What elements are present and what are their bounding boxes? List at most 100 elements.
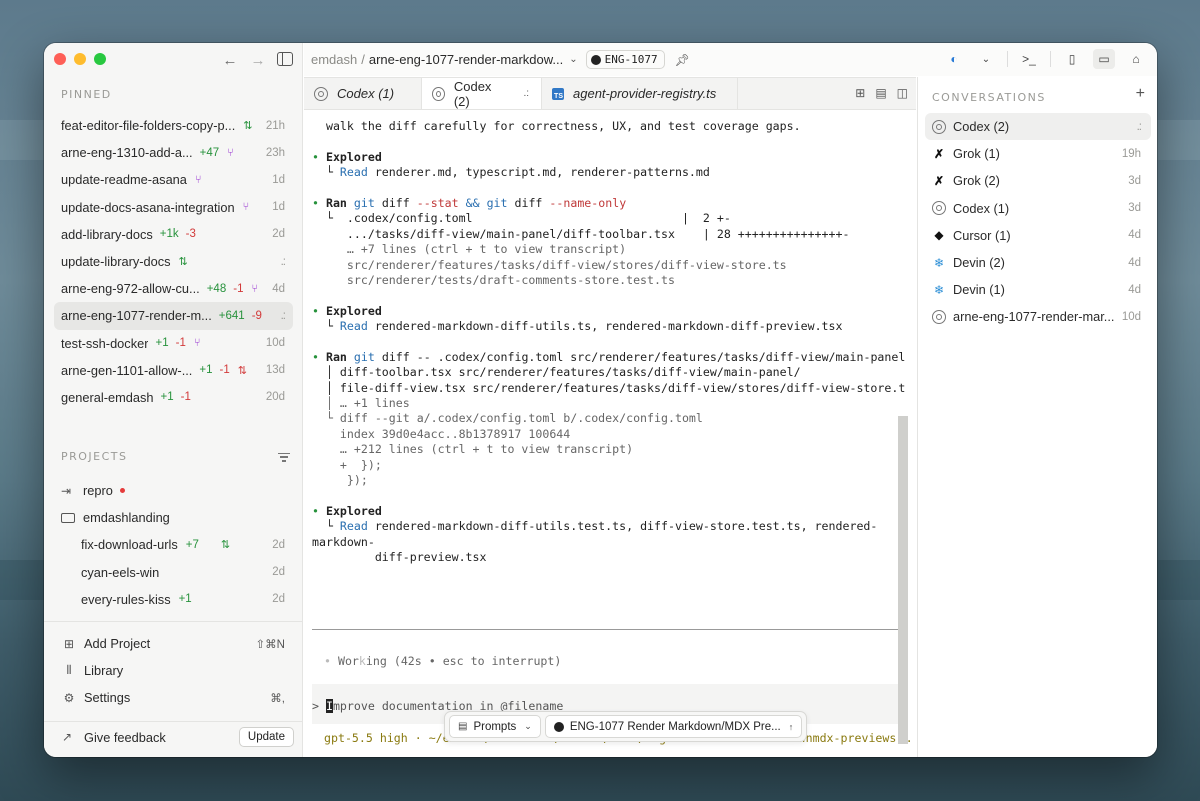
terminal-scrollbar[interactable] xyxy=(898,416,908,744)
lines-added: +1k xyxy=(159,228,179,241)
pinned-item-name: update-readme-asana xyxy=(61,172,187,188)
divider xyxy=(44,721,302,722)
conversation-item[interactable]: arne-eng-1077-render-mar... 10d xyxy=(925,303,1151,330)
conversation-age: 19h xyxy=(1121,147,1141,160)
close-window-button[interactable] xyxy=(54,53,66,65)
read-command: Read xyxy=(339,519,368,534)
forward-arrow-icon[interactable]: → xyxy=(250,52,266,69)
editor-app-icon[interactable]: ◐ xyxy=(943,49,965,69)
pinned-item[interactable]: update-readme-asana ⑂ 1d xyxy=(54,166,293,193)
document-icon[interactable]: ▤ xyxy=(875,86,886,100)
tab-3[interactable]: TS agent-provider-registry.ts xyxy=(542,78,738,109)
lines-deleted: -3 xyxy=(185,228,196,241)
pr-merged-icon: ⑂ xyxy=(227,146,234,159)
sidebar-toggle-icon[interactable] xyxy=(277,52,293,66)
project-item-age: 2d xyxy=(272,538,285,551)
zoom-window-button[interactable] xyxy=(94,53,106,65)
terminal-icon[interactable]: >_ xyxy=(1018,49,1040,69)
breadcrumb-repo[interactable]: emdash xyxy=(311,52,357,67)
project-task-item[interactable]: cyan-eels-win 2d xyxy=(54,559,293,586)
chat-icon[interactable]: ▭ xyxy=(1093,49,1115,69)
add-conversation-button[interactable]: + xyxy=(1136,85,1145,103)
lines-added: +641 xyxy=(218,309,245,322)
issue-badge[interactable]: ENG-1077 xyxy=(585,50,665,69)
pinned-item[interactable]: arne-eng-972-allow-cu... +48 -1 ⑂ 4d xyxy=(54,275,293,302)
feedback-row: ↗ Give feedback Update xyxy=(62,727,294,747)
linear-icon xyxy=(590,54,601,65)
pr-merged-icon: ⑂ xyxy=(194,173,202,186)
command-flag: --stat xyxy=(416,195,459,210)
chevron-down-icon[interactable]: ⌄ xyxy=(975,49,997,69)
conversation-name: Devin (1) xyxy=(953,282,1005,298)
project-item[interactable]: ⇥ repro xyxy=(54,477,293,504)
update-button[interactable]: Update xyxy=(238,727,294,747)
pinned-item[interactable]: general-emdash +1 -1 20d xyxy=(54,384,293,411)
pinned-item[interactable]: arne-eng-1310-add-a... +47 ⑂ 23h xyxy=(54,139,293,166)
terminal-line: • Ran git diff --stat && git diff --name… xyxy=(312,196,906,211)
prompts-label: Prompts xyxy=(473,720,517,733)
pr-open-icon: ⇅ xyxy=(243,120,253,133)
text-cursor: I xyxy=(325,699,333,713)
pinned-item-name: general-emdash xyxy=(61,389,154,405)
lines-deleted: -1 xyxy=(180,391,191,404)
task-context-button[interactable]: ENG-1077 Render Markdown/MDX Pre... ↑ xyxy=(544,715,803,738)
pinned-item-age: 23h xyxy=(265,146,285,159)
pinned-item-name: add-library-docs xyxy=(61,226,153,242)
pinned-item[interactable]: arne-gen-1101-allow-... +1 -1 ⇅ 13d xyxy=(54,357,293,384)
add-comment-icon[interactable]: ⊞ xyxy=(855,86,865,100)
back-arrow-icon[interactable]: ← xyxy=(222,52,238,69)
tab-2[interactable]: Codex (2).: xyxy=(422,78,542,109)
terminal-line: … +7 lines (ctrl + t to view transcript) xyxy=(312,242,627,257)
pinned-list: feat-editor-file-folders-copy-p... ⇅ 21h ar… xyxy=(54,112,293,411)
pinned-item[interactable]: update-docs-asana-integration ⑂ 1d xyxy=(54,194,293,221)
pinned-item[interactable]: arne-eng-1077-render-m... +641 -9.: xyxy=(54,302,293,330)
project-item[interactable]: emdashlanding xyxy=(54,504,293,531)
working-bullet: • xyxy=(324,654,338,668)
pinned-item[interactable]: test-ssh-docker +1 -1 ⑂ 10d xyxy=(54,330,293,357)
filter-icon[interactable] xyxy=(278,450,290,464)
project-item-age: 2d xyxy=(272,593,285,606)
give-feedback-link[interactable]: Give feedback xyxy=(84,730,166,745)
add-project-button[interactable]: ⊞ Add Project ⇧⌘N xyxy=(54,630,293,657)
lines-added: +1 xyxy=(199,364,213,377)
conversation-item[interactable]: Codex (1) 3d xyxy=(925,195,1151,222)
terminal-line: └ .codex/config.toml | 2 +- xyxy=(312,211,731,226)
agent-terminal[interactable]: walk the diff carefully for correctness,… xyxy=(304,111,916,757)
conversation-item[interactable]: ◆ Cursor (1) 4d xyxy=(925,222,1151,249)
conversation-item[interactable]: ✗ Grok (1) 19h xyxy=(925,140,1151,167)
divider xyxy=(1007,51,1008,67)
conversation-name: Grok (1) xyxy=(953,146,1000,162)
divider xyxy=(44,621,302,622)
command-flag: --name-only xyxy=(549,195,627,210)
command-token: diff xyxy=(374,195,417,210)
split-view-icon[interactable]: ◫ xyxy=(897,86,908,100)
prompts-dropdown[interactable]: ▤ Prompts ⌄ xyxy=(449,715,541,738)
working-status: • Working (42s • esc to interrupt) xyxy=(324,654,561,668)
project-task-item[interactable]: fix-download-urls +7 ⇅ 2d xyxy=(54,531,293,558)
pinned-item[interactable]: add-library-docs +1k -3 2d xyxy=(54,221,293,248)
tab-1[interactable]: Codex (1) xyxy=(304,78,422,109)
file-icon[interactable]: ▯ xyxy=(1061,49,1083,69)
pinned-item[interactable]: feat-editor-file-folders-copy-p... ⇅ 21h xyxy=(54,112,293,139)
chevron-down-icon[interactable]: ⌄ xyxy=(569,54,577,65)
library-button[interactable]: ⫴ Library xyxy=(54,657,293,684)
read-files: rendered-markdown-diff-utils.ts, rendere… xyxy=(367,319,843,334)
project-task-item[interactable]: every-rules-kiss +1 2d xyxy=(54,586,293,613)
settings-button[interactable]: ⚙ Settings ⌘, xyxy=(54,684,293,711)
openai-icon xyxy=(932,309,946,324)
conversation-item[interactable]: ❄ Devin (2) 4d xyxy=(925,249,1151,276)
breadcrumb-branch[interactable]: arne-eng-1077-render-markdow... xyxy=(369,52,563,67)
pinned-item[interactable]: update-library-docs ⇅.: xyxy=(54,248,293,275)
minimize-window-button[interactable] xyxy=(74,53,86,65)
folder-icon[interactable]: ⌂ xyxy=(1125,49,1147,69)
gear-icon: ⚙ xyxy=(63,690,75,705)
pin-icon[interactable]: 📌︎ xyxy=(675,53,690,67)
terminal-line: }); xyxy=(312,472,368,487)
task-label: ENG-1077 Render Markdown/MDX Pre... xyxy=(569,720,781,733)
conversation-item[interactable]: ✗ Grok (2) 3d xyxy=(925,167,1151,194)
bullet: • xyxy=(312,503,326,518)
conversation-item[interactable]: Codex (2).: xyxy=(925,113,1151,141)
folder-icon xyxy=(61,512,75,523)
terminal-line: └ diff --git a/.codex/config.toml b/.cod… xyxy=(312,411,703,426)
conversation-item[interactable]: ❄ Devin (1) 4d xyxy=(925,276,1151,303)
